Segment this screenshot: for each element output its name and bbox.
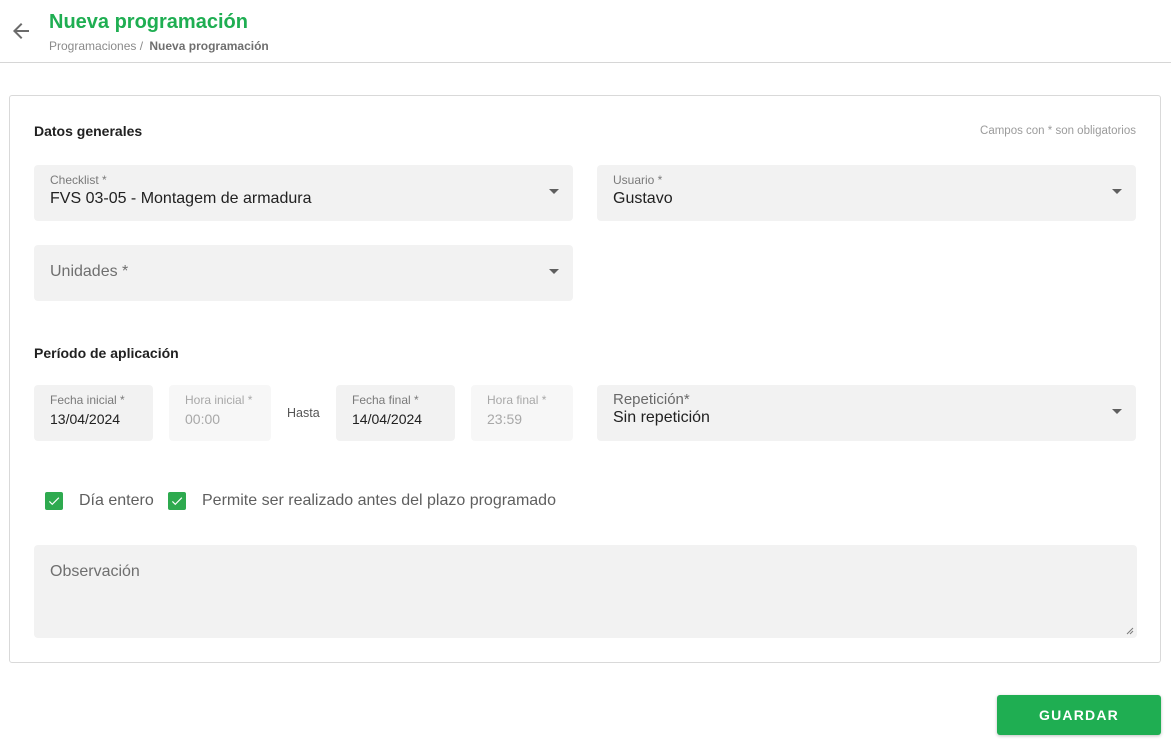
dropdown-arrow-icon xyxy=(1112,189,1122,194)
repeticion-value: Sin repetición xyxy=(613,409,710,426)
fecha-inicial-value: 13/04/2024 xyxy=(50,411,121,427)
page-title: Nueva programación xyxy=(49,11,248,33)
checklist-label: Checklist * xyxy=(50,173,107,187)
dia-entero-label: Día entero xyxy=(79,492,154,509)
repeticion-select[interactable]: Repetición* Sin repetición xyxy=(597,385,1136,441)
checklist-select[interactable]: Checklist * FVS 03-05 - Montagem de arma… xyxy=(34,165,573,221)
save-button[interactable]: GUARDAR xyxy=(997,695,1161,735)
hora-final-value: 23:59 xyxy=(487,411,523,427)
hora-final-label: Hora final * xyxy=(487,393,547,407)
checklist-value: FVS 03-05 - Montagem de armadura xyxy=(50,190,312,207)
hora-inicial-value: 00:00 xyxy=(185,411,221,427)
dropdown-arrow-icon xyxy=(549,269,559,274)
unidades-placeholder: Unidades * xyxy=(50,263,129,280)
permite-label: Permite ser realizado antes del plazo pr… xyxy=(202,492,556,509)
arrow-left-icon xyxy=(13,23,29,39)
unidades-select[interactable]: Unidades * xyxy=(34,245,573,301)
back-button[interactable] xyxy=(9,19,33,43)
usuario-value: Gustavo xyxy=(613,190,673,207)
section-title-general: Datos generales xyxy=(34,123,143,139)
hora-inicial-label: Hora inicial * xyxy=(185,393,253,407)
dropdown-arrow-icon xyxy=(1112,409,1122,414)
hora-final-field: Hora final * 23:59 xyxy=(471,385,573,441)
section-title-period: Período de aplicación xyxy=(34,345,179,361)
checkbox-checked-icon xyxy=(168,492,186,510)
fecha-inicial-label: Fecha inicial * xyxy=(50,393,125,407)
dropdown-arrow-icon xyxy=(549,189,559,194)
hasta-label: Hasta xyxy=(287,406,320,420)
fecha-inicial-field[interactable]: Fecha inicial * 13/04/2024 xyxy=(34,385,153,441)
dia-entero-checkbox[interactable]: Día entero xyxy=(45,492,154,510)
observacion-textarea[interactable]: Observación xyxy=(34,545,1137,638)
usuario-select[interactable]: Usuario * Gustavo xyxy=(597,165,1136,221)
breadcrumb-current: Nueva programación xyxy=(149,39,269,53)
breadcrumb: Programaciones / Nueva programación xyxy=(49,39,269,53)
fecha-final-label: Fecha final * xyxy=(352,393,419,407)
permite-checkbox[interactable]: Permite ser realizado antes del plazo pr… xyxy=(168,492,556,510)
fecha-final-field[interactable]: Fecha final * 14/04/2024 xyxy=(336,385,455,441)
resize-handle-icon[interactable] xyxy=(1126,627,1134,635)
observacion-placeholder: Observación xyxy=(50,563,140,580)
usuario-label: Usuario * xyxy=(613,173,663,187)
breadcrumb-programaciones[interactable]: Programaciones / xyxy=(49,39,143,53)
hora-inicial-field: Hora inicial * 00:00 xyxy=(169,385,271,441)
repeticion-label: Repetición* xyxy=(613,391,690,408)
fecha-final-value: 14/04/2024 xyxy=(352,411,423,427)
page-header: Nueva programación Programaciones / Nuev… xyxy=(0,0,1171,63)
checkbox-checked-icon xyxy=(45,492,63,510)
required-note: Campos con * son obligatorios xyxy=(980,125,1136,137)
form-card: Datos generales Campos con * son obligat… xyxy=(9,95,1161,663)
